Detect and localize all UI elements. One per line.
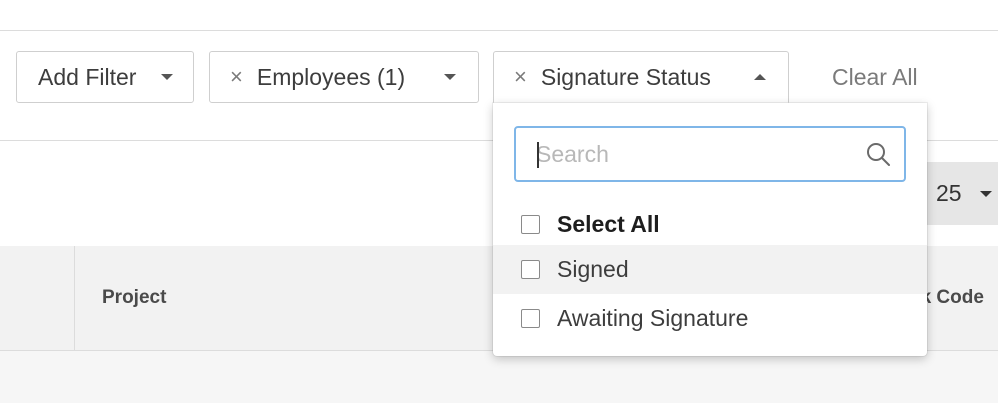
page-size-value: 25	[936, 180, 962, 206]
employees-filter-label: Employees (1)	[256, 63, 406, 90]
table-body	[0, 351, 998, 403]
search-box[interactable]	[514, 126, 906, 182]
search-icon	[867, 143, 890, 166]
column-header-project[interactable]: Project	[102, 287, 166, 309]
option-label: Signed	[557, 256, 629, 282]
add-filter-button[interactable]: Add Filter	[16, 51, 194, 103]
option-label: Select All	[557, 211, 660, 237]
option-select-all[interactable]: Select All	[493, 200, 927, 249]
page-size-select[interactable]: 25	[918, 162, 998, 225]
clear-all-link[interactable]: Clear All	[832, 64, 918, 91]
page: Add Filter × Employees (1) × Signature S…	[0, 0, 998, 403]
checkbox[interactable]	[521, 215, 540, 234]
add-filter-label: Add Filter	[38, 63, 137, 90]
chevron-up-icon	[754, 74, 766, 80]
option-signed[interactable]: Signed	[493, 245, 927, 294]
chevron-down-icon	[161, 74, 173, 80]
signature-status-filter-label: Signature Status	[540, 63, 711, 90]
checkbox[interactable]	[521, 260, 540, 279]
checkbox[interactable]	[521, 309, 540, 328]
signature-status-filter-button[interactable]: × Signature Status	[493, 51, 789, 103]
option-awaiting-signature[interactable]: Awaiting Signature	[493, 294, 927, 343]
remove-filter-icon[interactable]: ×	[230, 64, 243, 90]
chevron-down-icon	[979, 190, 992, 197]
chevron-down-icon	[444, 74, 456, 80]
remove-filter-icon[interactable]: ×	[514, 64, 527, 90]
column-separator	[74, 246, 75, 350]
top-divider	[0, 30, 998, 31]
employees-filter-button[interactable]: × Employees (1)	[209, 51, 479, 103]
signature-status-dropdown: Select All Signed Awaiting Signature	[493, 103, 927, 356]
search-input[interactable]	[536, 128, 856, 180]
text-cursor	[537, 142, 539, 168]
option-label: Awaiting Signature	[557, 305, 749, 331]
